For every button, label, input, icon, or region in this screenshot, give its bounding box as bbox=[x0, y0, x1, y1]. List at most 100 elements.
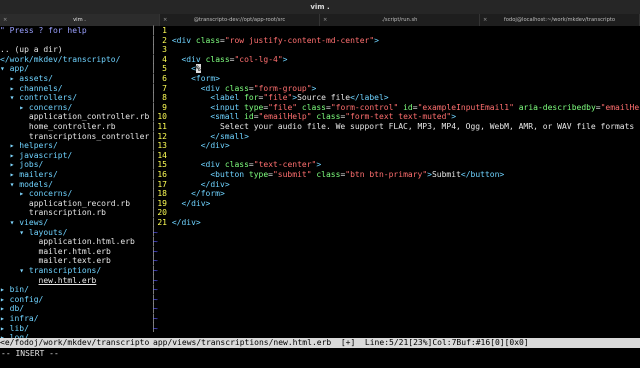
line-number: 20 bbox=[157, 208, 167, 218]
tree-dir-item[interactable]: ▸ db/ bbox=[0, 304, 24, 314]
code-token: </div> bbox=[181, 198, 211, 208]
tab-close-icon[interactable]: × bbox=[323, 14, 327, 26]
code-token: "row justify-content-md-center" bbox=[224, 35, 375, 45]
tree-file-item[interactable]: mailer.html.erb bbox=[0, 247, 111, 257]
code-token: "col-lg-4" bbox=[234, 54, 283, 64]
code-line[interactable]: 16 <button type="submit" class="btn btn-… bbox=[153, 170, 504, 180]
collapsed-arrow-icon: ▸ bbox=[0, 304, 10, 314]
code-token: </button> bbox=[460, 170, 505, 179]
tab-label: @transcripto-dev://opt/app-root/src bbox=[193, 17, 286, 23]
status-line: <e/fodoj/work/mkdev/transcripto app/view… bbox=[0, 338, 640, 348]
expanded-arrow-icon: ▾ bbox=[0, 93, 20, 103]
tab-3[interactable]: × ./script/run.sh bbox=[320, 14, 480, 26]
expanded-arrow-icon: ▾ bbox=[0, 179, 20, 189]
tree-dir-item[interactable]: ▾ transcriptions/ bbox=[0, 266, 101, 276]
empty-line-marker: ~ bbox=[153, 294, 158, 304]
tree-item-label: db/ bbox=[9, 304, 25, 314]
code-line[interactable]: 10 <small id="emailHelp" class="form-tex… bbox=[153, 112, 456, 122]
code-token: Source file bbox=[297, 93, 351, 103]
code-token: </form> bbox=[191, 189, 225, 199]
code-line[interactable]: 17 </div> bbox=[153, 180, 229, 190]
nerdtree-sidebar[interactable]: " Press ? for help .. (up a dir) </work/mk… bbox=[0, 26, 151, 348]
tab-close-icon[interactable]: × bbox=[163, 14, 167, 26]
tree-dir-item[interactable]: ▸ channels/ bbox=[0, 84, 63, 94]
tab-close-icon[interactable]: × bbox=[3, 14, 7, 26]
tree-dir-item[interactable]: ▸ mailers/ bbox=[0, 170, 58, 180]
code-line[interactable]: 7 <div class="form-group"> bbox=[153, 84, 316, 94]
tab-close-icon[interactable]: × bbox=[483, 14, 487, 26]
empty-line-marker: ~ bbox=[153, 275, 158, 285]
collapsed-arrow-icon: ▸ bbox=[0, 74, 20, 83]
tree-dir-item[interactable]: ▸ config/ bbox=[0, 295, 43, 305]
code-line[interactable]: 5 <% bbox=[153, 64, 201, 74]
tab-4[interactable]: × fodoj@localhost:~/work/mkdev/transcript… bbox=[480, 14, 640, 26]
tab-2[interactable]: × @transcripto-dev://opt/app-root/src bbox=[160, 14, 320, 26]
tab-1[interactable]: × vim . bbox=[0, 14, 160, 26]
tree-dir-item[interactable]: ▸ infra/ bbox=[0, 314, 39, 324]
code-token: <div bbox=[200, 83, 225, 93]
code-token: "btn btn-primary" bbox=[345, 170, 428, 179]
code-line[interactable]: 2 <div class="row justify-content-md-cen… bbox=[153, 36, 379, 46]
tab-label: fodoj@localhost:~/work/mkdev/transcripto bbox=[503, 17, 616, 23]
collapsed-arrow-icon: ▸ bbox=[0, 102, 29, 112]
tab-label: vim . bbox=[73, 17, 86, 23]
tree-item-label: transcriptions/ bbox=[28, 266, 102, 275]
empty-line-marker: ~ bbox=[153, 323, 158, 333]
line-number: 16 bbox=[157, 170, 167, 179]
tree-dir-item[interactable]: ▸ jobs/ bbox=[0, 160, 44, 170]
tree-item-label: infra/ bbox=[9, 314, 39, 323]
tree-item-label: transcription.rb bbox=[28, 208, 106, 218]
tree-dir-item[interactable]: ▸ assets/ bbox=[0, 74, 53, 84]
code-line[interactable]: 21 </div> bbox=[153, 218, 200, 228]
empty-line-marker: ~ bbox=[153, 256, 158, 266]
tree-dir-item[interactable]: ▸ concerns/ bbox=[0, 103, 72, 113]
tree-dir-item[interactable]: ▾ views/ bbox=[0, 218, 49, 228]
tree-file-item[interactable]: application.html.erb bbox=[0, 237, 135, 247]
editor-pane[interactable]: 1 2 <div class="row justify-content-md-c… bbox=[153, 26, 640, 338]
line-number: 14 bbox=[157, 150, 167, 160]
vim-screen[interactable]: " Press ? for help .. (up a dir) </work/mk… bbox=[0, 26, 640, 348]
tree-dir-item[interactable]: ▾ app/ bbox=[0, 64, 29, 74]
code-line[interactable]: 9 <input type="file" class="form-control… bbox=[153, 103, 639, 113]
code-line[interactable]: 15 <div class="text-center"> bbox=[153, 160, 321, 170]
tree-file-item[interactable]: transcription.rb bbox=[0, 208, 106, 218]
tree-dir-item[interactable]: ▾ layouts/ bbox=[0, 228, 67, 238]
tree-dir-item[interactable]: ▾ models/ bbox=[0, 180, 53, 190]
code-line[interactable]: 11 Select your audio file. We support FL… bbox=[153, 122, 634, 132]
tree-dir-item[interactable]: ▸ bin/ bbox=[0, 285, 29, 295]
tree-dir-item[interactable]: ▾ controllers/ bbox=[0, 93, 77, 103]
code-line[interactable]: 6 <form> bbox=[153, 74, 220, 84]
code-token: class bbox=[224, 83, 249, 93]
code-token: > bbox=[451, 112, 457, 122]
tree-file-item[interactable]: application_record.rb bbox=[0, 199, 130, 209]
tab-label: ./script/run.sh bbox=[381, 17, 418, 23]
tree-dir-item[interactable]: ▸ concerns/ bbox=[0, 189, 72, 199]
tree-dir-item[interactable]: ▸ helpers/ bbox=[0, 141, 58, 151]
code-line[interactable]: 14 bbox=[153, 151, 172, 161]
code-line[interactable]: 19 </div> bbox=[153, 199, 210, 209]
code-token: <small bbox=[210, 112, 245, 122]
tree-file-item[interactable]: mailer.text.erb bbox=[0, 256, 111, 266]
tree-item-label: bin/ bbox=[9, 285, 29, 295]
code-line[interactable]: 12 </small> bbox=[153, 132, 249, 142]
code-line[interactable]: 8 <label for="file">Source file</label> bbox=[153, 93, 388, 103]
tree-dir-item[interactable]: ▸ lib/ bbox=[0, 324, 29, 334]
tree-file-item[interactable]: new.html.erb bbox=[0, 276, 97, 286]
code-line[interactable]: 1 bbox=[153, 26, 172, 36]
tree-item-label: controllers/ bbox=[19, 93, 78, 103]
nerdtree-root-path[interactable]: </work/mkdev/transcripto/ bbox=[0, 55, 120, 65]
code-line[interactable]: 18 </form> bbox=[153, 189, 225, 199]
tree-file-item[interactable]: application_controller.rb bbox=[0, 112, 149, 122]
code-line[interactable]: 13 </div> bbox=[153, 141, 229, 151]
nerdtree-up-dir[interactable]: .. (up a dir) bbox=[0, 45, 63, 55]
collapsed-arrow-icon: ▸ bbox=[0, 323, 10, 333]
code-line[interactable]: 4 <div class="col-lg-4"> bbox=[153, 55, 287, 65]
tree-dir-item[interactable]: ▸ javascript/ bbox=[0, 151, 73, 161]
code-line[interactable]: 3 bbox=[153, 45, 172, 55]
tree-file-item[interactable]: transcriptions_controller.rb bbox=[0, 132, 151, 142]
code-line[interactable]: 20 bbox=[153, 208, 172, 218]
tree-file-item[interactable]: home_controller.rb bbox=[0, 122, 116, 132]
